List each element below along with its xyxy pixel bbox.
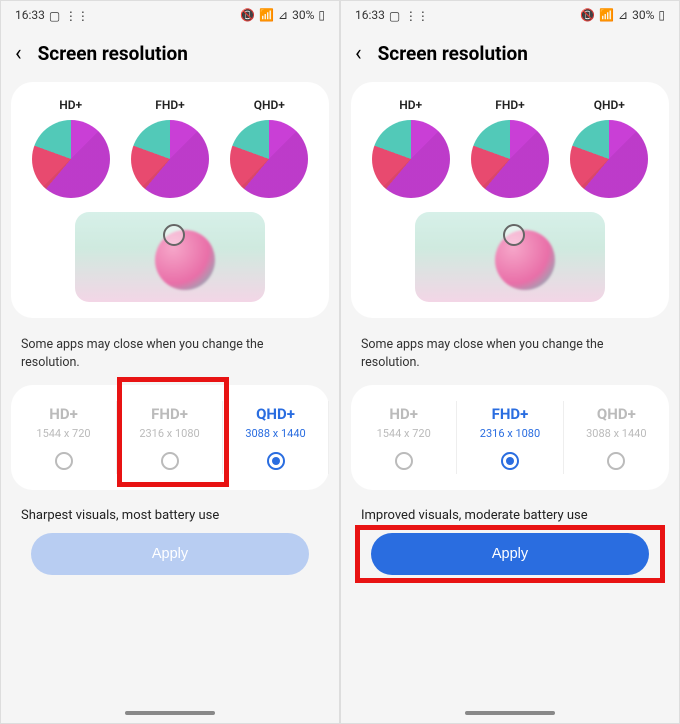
apply-wrap: Apply <box>1 533 339 585</box>
back-icon[interactable]: ‹ <box>355 41 362 66</box>
nav-handle-icon <box>465 711 555 715</box>
battery-icon: ▯ <box>318 8 325 22</box>
preview-qhd: QHD+ <box>560 98 658 198</box>
option-fhd[interactable]: FHD+ 2316 x 1080 <box>117 401 223 474</box>
option-title: HD+ <box>11 405 116 423</box>
option-dim: 2316 x 1080 <box>117 427 222 440</box>
apply-button[interactable]: Apply <box>371 533 649 575</box>
preview-fhd: FHD+ <box>461 98 559 198</box>
option-dim: 1544 x 720 <box>11 427 116 440</box>
signal-icon: ⊿ <box>278 8 288 22</box>
magnifier-icon <box>503 224 525 246</box>
status-bar: 16:33 ▢ ⋮⋮ 📵 📶 ⊿ 30% ▯ <box>341 1 679 29</box>
preview-circle-fhd <box>131 120 209 198</box>
resolution-selector: HD+ 1544 x 720 FHD+ 2316 x 1080 QHD+ 308… <box>11 385 329 490</box>
preview-label: FHD+ <box>461 98 559 112</box>
preview-label: HD+ <box>362 98 460 112</box>
preview-circle-qhd <box>230 120 308 198</box>
signal-icon: ⊿ <box>618 8 628 22</box>
preview-label: HD+ <box>22 98 120 112</box>
grid-icon: ⋮⋮ <box>65 9 77 21</box>
preview-hd: HD+ <box>362 98 460 198</box>
radio-unchecked-icon <box>55 452 73 470</box>
preview-card: HD+ FHD+ QHD+ <box>11 82 329 318</box>
radio-unchecked-icon <box>161 452 179 470</box>
warning-text: Some apps may close when you change the … <box>341 318 679 385</box>
preview-hd: HD+ <box>22 98 120 198</box>
mute-icon: 📵 <box>240 8 255 22</box>
preview-circle-fhd <box>471 120 549 198</box>
warning-text: Some apps may close when you change the … <box>1 318 339 385</box>
option-dim: 3088 x 1440 <box>564 427 669 440</box>
nav-handle-icon <box>125 711 215 715</box>
status-bar: 16:33 ▢ ⋮⋮ 📵 📶 ⊿ 30% ▯ <box>1 1 339 29</box>
option-hd[interactable]: HD+ 1544 x 720 <box>351 401 457 474</box>
option-dim: 2316 x 1080 <box>457 427 562 440</box>
magnifier-preview <box>415 212 605 302</box>
grid-icon: ⋮⋮ <box>405 9 417 21</box>
resolution-selector: HD+ 1544 x 720 FHD+ 2316 x 1080 QHD+ 308… <box>351 385 669 490</box>
preview-card: HD+ FHD+ QHD+ <box>351 82 669 318</box>
wifi-icon: 📶 <box>259 8 274 22</box>
option-title: QHD+ <box>564 405 669 423</box>
radio-unchecked-icon <box>607 452 625 470</box>
preview-label: FHD+ <box>121 98 219 112</box>
mute-icon: 📵 <box>580 8 595 22</box>
preview-circle-hd <box>32 120 110 198</box>
option-dim: 3088 x 1440 <box>223 427 328 440</box>
page-title: Screen resolution <box>378 42 528 65</box>
option-qhd[interactable]: QHD+ 3088 x 1440 <box>564 401 669 474</box>
screen-right: 16:33 ▢ ⋮⋮ 📵 📶 ⊿ 30% ▯ ‹ Screen resoluti… <box>340 0 680 724</box>
status-time: 16:33 <box>355 8 385 22</box>
option-title: QHD+ <box>223 405 328 423</box>
preview-label: QHD+ <box>560 98 658 112</box>
back-icon[interactable]: ‹ <box>15 41 22 66</box>
wifi-icon: 📶 <box>599 8 614 22</box>
radio-checked-icon <box>501 452 519 470</box>
option-title: HD+ <box>351 405 456 423</box>
header: ‹ Screen resolution <box>341 29 679 82</box>
preview-fhd: FHD+ <box>121 98 219 198</box>
apply-wrap: Apply <box>341 533 679 585</box>
gallery-icon: ▢ <box>389 9 401 21</box>
option-title: FHD+ <box>457 405 562 423</box>
option-title: FHD+ <box>117 405 222 423</box>
status-time: 16:33 <box>15 8 45 22</box>
preview-circle-qhd <box>570 120 648 198</box>
option-hd[interactable]: HD+ 1544 x 720 <box>11 401 117 474</box>
option-qhd[interactable]: QHD+ 3088 x 1440 <box>223 401 329 474</box>
gallery-icon: ▢ <box>49 9 61 21</box>
apply-button[interactable]: Apply <box>31 533 309 575</box>
radio-unchecked-icon <box>395 452 413 470</box>
magnifier-preview <box>75 212 265 302</box>
description-text: Sharpest visuals, most battery use <box>1 490 339 533</box>
battery-icon: ▯ <box>658 8 665 22</box>
battery-percent: 30% <box>292 8 314 22</box>
preview-label: QHD+ <box>220 98 318 112</box>
magnifier-icon <box>163 224 185 246</box>
screen-left: 16:33 ▢ ⋮⋮ 📵 📶 ⊿ 30% ▯ ‹ Screen resoluti… <box>0 0 340 724</box>
preview-circle-hd <box>372 120 450 198</box>
page-title: Screen resolution <box>38 42 188 65</box>
preview-qhd: QHD+ <box>220 98 318 198</box>
header: ‹ Screen resolution <box>1 29 339 82</box>
battery-percent: 30% <box>632 8 654 22</box>
radio-checked-icon <box>267 452 285 470</box>
option-fhd[interactable]: FHD+ 2316 x 1080 <box>457 401 563 474</box>
nav-bar[interactable] <box>341 703 679 723</box>
description-text: Improved visuals, moderate battery use <box>341 490 679 533</box>
option-dim: 1544 x 720 <box>351 427 456 440</box>
nav-bar[interactable] <box>1 703 339 723</box>
